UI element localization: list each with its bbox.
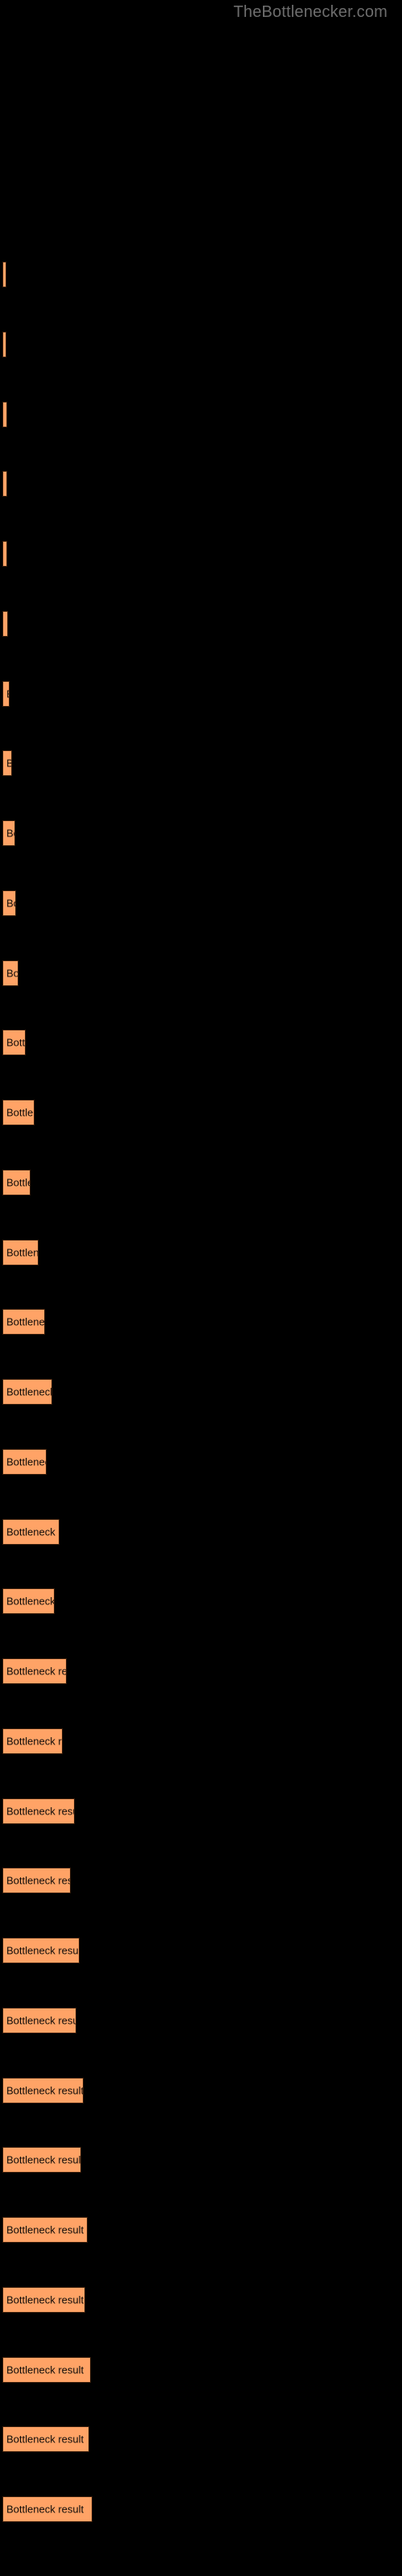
bar[interactable]: Bottleneck result xyxy=(2,1868,71,1893)
bar-label: Bottleneck result xyxy=(6,1525,59,1538)
bar[interactable]: Bottleneck result xyxy=(2,1938,80,1963)
bar-label: Bottleneck result xyxy=(6,2153,81,2166)
bar-label: Bottleneck result xyxy=(6,688,9,700)
bar-label: Bottleneck result xyxy=(6,2293,84,2306)
bar[interactable]: Bottleneck result xyxy=(2,1588,55,1614)
bar[interactable]: Bottleneck result xyxy=(2,2357,91,2383)
bar-label: Bottleneck result xyxy=(6,1665,66,1678)
bar[interactable]: Bottleneck result xyxy=(2,750,12,776)
bar-label: Bottleneck result xyxy=(6,1735,62,1748)
bar[interactable]: Bottleneck result xyxy=(2,890,16,916)
bar[interactable]: Bottleneck result xyxy=(2,1519,59,1545)
bar-label: Bottleneck result xyxy=(6,1595,55,1608)
bar[interactable]: Bottleneck result xyxy=(2,1449,47,1475)
bar-label: Bottleneck result xyxy=(6,967,18,980)
bar-label: Bottleneck result xyxy=(6,1176,30,1189)
bar-label: Bottleneck result xyxy=(6,2363,84,2376)
bar[interactable]: Bottleneck result xyxy=(2,1100,35,1125)
bar-label: Bottleneck result xyxy=(6,1315,45,1328)
bar-label: Bottleneck result xyxy=(6,1106,34,1119)
bar[interactable]: Bottleneck result xyxy=(2,2496,92,2522)
bar-label: Bottleneck result xyxy=(6,2503,84,2516)
bar-label: Bottleneck result xyxy=(6,2223,84,2236)
bar-label: Bottleneck result xyxy=(6,1944,80,1957)
bar-label: Bottleneck result xyxy=(6,1385,52,1398)
bar[interactable]: Bottleneck result xyxy=(2,2078,84,2103)
bar[interactable]: Bottleneck result xyxy=(2,1658,67,1684)
bar[interactable]: Bottleneck result xyxy=(2,402,7,427)
bar[interactable]: Bottleneck result xyxy=(2,1240,39,1265)
bar[interactable]: Bottleneck result xyxy=(2,1379,52,1405)
bar-label: Bottleneck result xyxy=(6,1036,26,1049)
bar[interactable]: Bottleneck result xyxy=(2,541,7,567)
bar-label: Bottleneck result xyxy=(6,2014,76,2027)
bar[interactable]: Bottleneck result xyxy=(2,1030,26,1055)
bar[interactable]: Bottleneck result xyxy=(2,262,6,287)
bar-label: Bottleneck result xyxy=(6,618,7,630)
bar-label: Bottleneck result xyxy=(6,897,15,910)
bar-label: Bottleneck result xyxy=(6,827,14,840)
bar-label: Bottleneck result xyxy=(6,2084,84,2097)
bar-label: Bottleneck result xyxy=(6,1246,39,1259)
bar-label: Bottleneck result xyxy=(6,2433,84,2446)
bar-label: Bottleneck result xyxy=(6,1874,70,1887)
bar[interactable]: Bottleneck result xyxy=(2,960,18,986)
bar[interactable]: Bottleneck result xyxy=(2,1728,63,1754)
bottleneck-bar-chart: Bottleneck result Bottleneck result Bottle… xyxy=(0,0,402,2576)
bar-label: Bottleneck result xyxy=(6,409,7,421)
bar-label: Bottleneck result xyxy=(6,1455,46,1468)
bar[interactable]: Bottleneck result xyxy=(2,2217,88,2243)
bar[interactable]: Bottleneck result xyxy=(2,2426,89,2452)
bar[interactable]: Bottleneck result xyxy=(2,1309,45,1335)
bar[interactable]: Bottleneck result xyxy=(2,820,15,846)
bar-label: Bottleneck result xyxy=(6,1805,74,1818)
bar[interactable]: Bottleneck result xyxy=(2,2287,85,2313)
bar[interactable]: Bottleneck result xyxy=(2,681,10,707)
bar[interactable]: Bottleneck result xyxy=(2,1798,75,1824)
bar[interactable]: Bottleneck result xyxy=(2,611,8,637)
bar-label: Bottleneck result xyxy=(6,548,7,560)
bar[interactable]: Bottleneck result xyxy=(2,332,6,357)
bar[interactable]: Bottleneck result xyxy=(2,2147,81,2173)
bar[interactable]: Bottleneck result xyxy=(2,471,7,497)
bar[interactable]: Bottleneck result xyxy=(2,1170,31,1195)
bar-label: Bottleneck result xyxy=(6,758,11,770)
bar[interactable]: Bottleneck result xyxy=(2,2008,76,2033)
bar-label: Bottleneck result xyxy=(6,478,7,490)
